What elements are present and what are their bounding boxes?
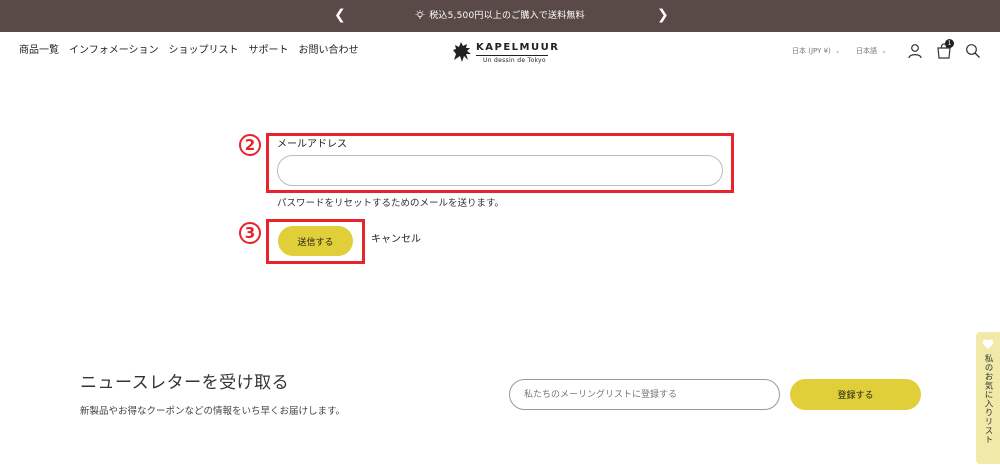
heart-icon xyxy=(982,339,994,349)
newsletter-subscribe-button[interactable]: 登録する xyxy=(790,379,921,410)
wishlist-tab[interactable]: 私のお気に入りリスト xyxy=(976,332,1000,464)
nav-support[interactable]: サポート xyxy=(249,45,289,57)
announcement-text: 税込5,500円以上のご購入で送料無料 xyxy=(429,11,585,21)
cart-count-badge: 1 xyxy=(945,39,954,48)
email-label: メールアドレス xyxy=(277,139,347,150)
step-marker-3: 3 xyxy=(239,222,261,244)
announcement-message: 税込5,500円以上のご購入で送料無料 xyxy=(0,10,1000,22)
nav-shop-list[interactable]: ショップリスト xyxy=(169,45,239,57)
main-nav: 商品一覧 インフォメーション ショップリスト サポート お問い合わせ xyxy=(19,45,359,57)
announcement-bar: ❮ 税込5,500円以上のご購入で送料無料 ❯ xyxy=(0,0,1000,32)
reset-helper-text: パスワードをリセットするためのメールを送ります。 xyxy=(277,198,505,209)
cart-button[interactable]: 1 xyxy=(936,39,954,59)
search-icon[interactable] xyxy=(965,43,981,59)
email-field[interactable] xyxy=(277,155,723,186)
lion-emblem-icon xyxy=(453,42,471,62)
currency-value: 日本 (JPY ¥) xyxy=(792,47,831,55)
logo-tagline: Un dessin de Tokyo xyxy=(483,57,546,64)
chevron-down-icon: ⌄ xyxy=(881,47,887,55)
chevron-down-icon: ⌄ xyxy=(834,47,841,55)
site-logo[interactable]: KAPELMUUR Un dessin de Tokyo xyxy=(451,38,558,68)
submit-button[interactable]: 送信する xyxy=(278,226,353,256)
cancel-link[interactable]: キャンセル xyxy=(371,234,421,246)
newsletter-email-input[interactable] xyxy=(509,379,780,410)
currency-selector[interactable]: 日本 (JPY ¥) ⌄ xyxy=(792,47,841,56)
site-header: 商品一覧 インフォメーション ショップリスト サポート お問い合わせ KAPEL… xyxy=(0,32,1000,72)
language-selector[interactable]: 日本語 ⌄ xyxy=(856,47,887,56)
user-icon[interactable] xyxy=(907,43,923,59)
step-marker-2: 2 xyxy=(239,134,261,156)
nav-contact[interactable]: お問い合わせ xyxy=(299,45,359,57)
logo-divider xyxy=(476,55,548,56)
language-value: 日本語 xyxy=(856,47,877,55)
newsletter-title: ニュースレターを受け取る xyxy=(80,373,290,393)
nav-products[interactable]: 商品一覧 xyxy=(19,45,59,57)
wishlist-label: 私のお気に入りリスト xyxy=(983,354,993,444)
lightbulb-icon xyxy=(415,10,425,19)
logo-brand: KAPELMUUR xyxy=(476,42,560,53)
chevron-right-icon[interactable]: ❯ xyxy=(657,7,669,23)
newsletter-description: 新製品やお得なクーポンなどの情報をいち早くお届けします。 xyxy=(80,406,346,417)
nav-information[interactable]: インフォメーション xyxy=(69,45,159,57)
